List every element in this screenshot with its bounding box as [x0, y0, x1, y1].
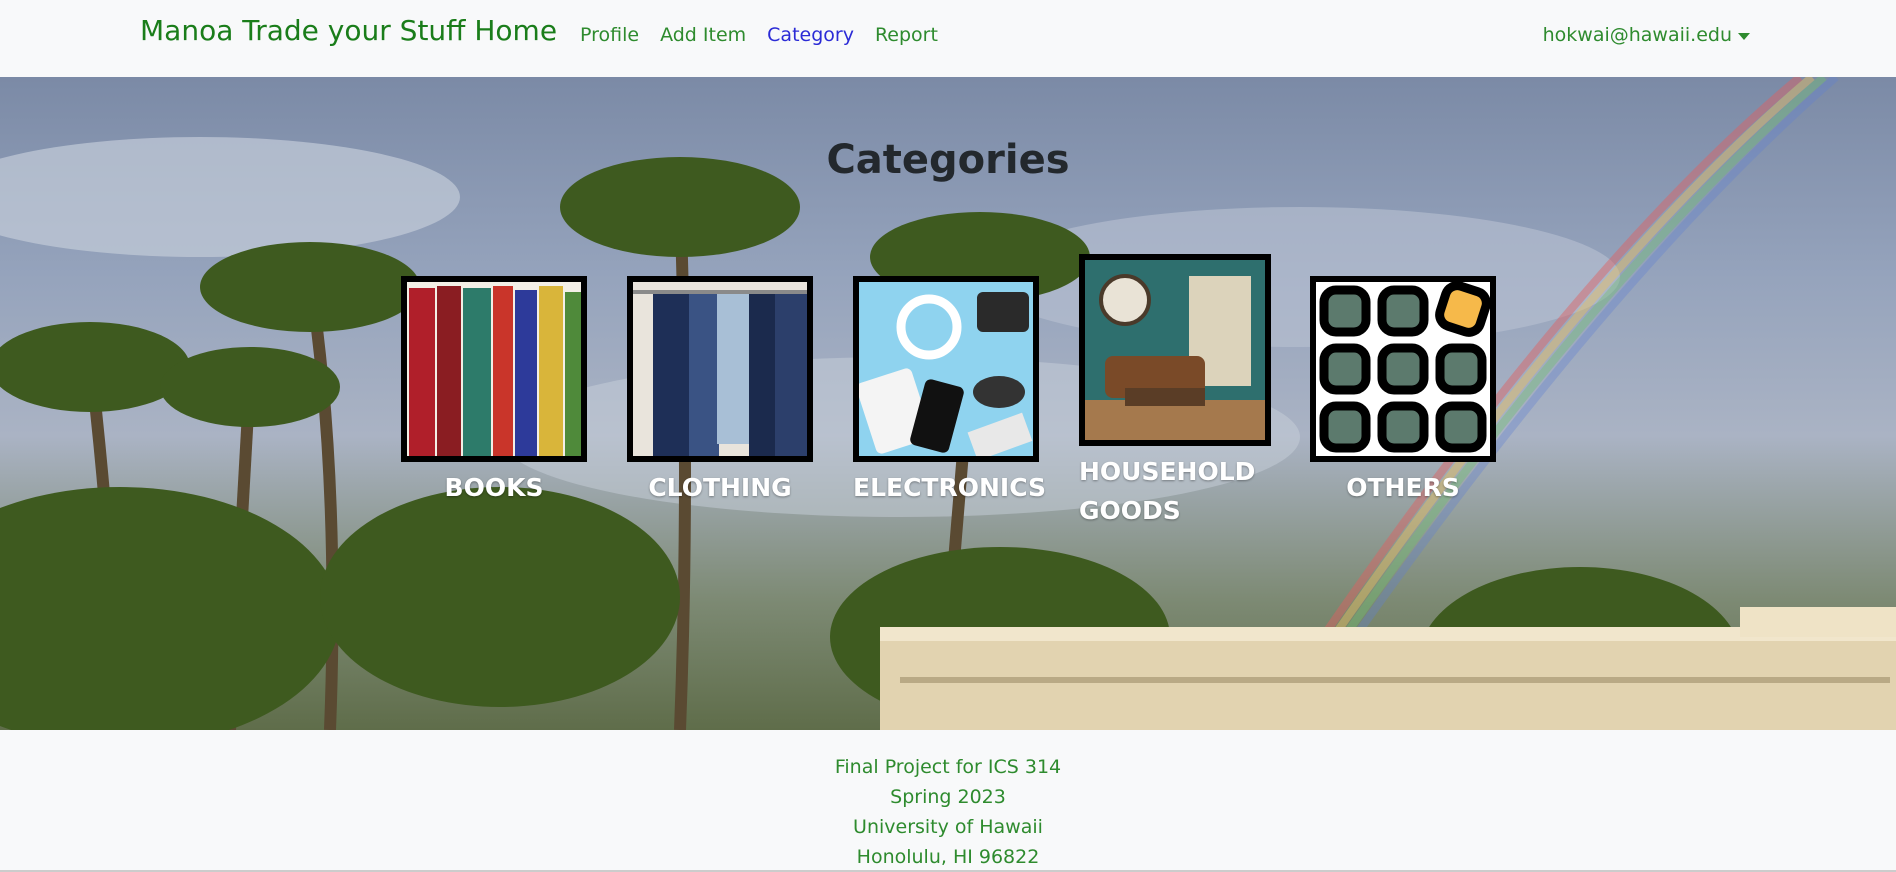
category-card-household-goods[interactable]: HOUSEHOLD GOODS — [1079, 254, 1274, 530]
category-card-clothing[interactable]: CLOTHING — [627, 276, 813, 507]
top-navbar: Manoa Trade your Stuff Home Profile Add … — [0, 0, 1896, 77]
others-thumbnail — [1310, 276, 1496, 462]
category-label-clothing: CLOTHING — [648, 473, 792, 502]
nav-category-link[interactable]: Category — [767, 24, 854, 46]
nav-add-item-link[interactable]: Add Item — [660, 24, 746, 46]
category-label-household-goods: HOUSEHOLD GOODS — [1079, 457, 1256, 525]
category-card-electronics[interactable]: ELECTRONICS — [853, 276, 1047, 507]
books-thumbnail — [401, 276, 587, 462]
page-footer: Final Project for ICS 314 Spring 2023 Un… — [0, 730, 1896, 872]
hero-background: Categories BOOKS CLOTHING ELECTRONICS HO… — [0, 77, 1896, 730]
user-dropdown[interactable]: hokwai@hawaii.edu — [1543, 24, 1750, 46]
electronics-thumbnail — [853, 276, 1039, 462]
brand-home-link[interactable]: Manoa Trade your Stuff Home — [140, 14, 557, 47]
chevron-down-icon — [1738, 32, 1750, 40]
household-goods-icon — [1085, 260, 1265, 440]
clothing-thumbnail — [627, 276, 813, 462]
category-card-others[interactable]: OTHERS — [1310, 276, 1496, 507]
nav-links: Profile Add Item Category Report — [580, 24, 938, 46]
category-label-books: BOOKS — [444, 473, 544, 502]
footer-line-university: University of Hawaii — [853, 816, 1043, 838]
footer-line-term: Spring 2023 — [890, 786, 1006, 808]
clothing-icon — [633, 282, 807, 456]
footer-line-project: Final Project for ICS 314 — [834, 756, 1062, 778]
category-label-electronics: ELECTRONICS — [853, 473, 1047, 502]
electronics-icon — [859, 282, 1033, 456]
nav-profile-link[interactable]: Profile — [580, 24, 639, 46]
page-title: Categories — [826, 137, 1070, 183]
user-email: hokwai@hawaii.edu — [1542, 24, 1732, 46]
books-icon — [407, 282, 581, 456]
category-card-books[interactable]: BOOKS — [401, 276, 587, 507]
household-goods-thumbnail — [1079, 254, 1271, 446]
category-label-others: OTHERS — [1346, 473, 1460, 502]
nav-report-link[interactable]: Report — [875, 24, 938, 46]
footer-line-address: Honolulu, HI 96822 — [856, 846, 1040, 868]
app-grid-icon — [1316, 282, 1490, 456]
